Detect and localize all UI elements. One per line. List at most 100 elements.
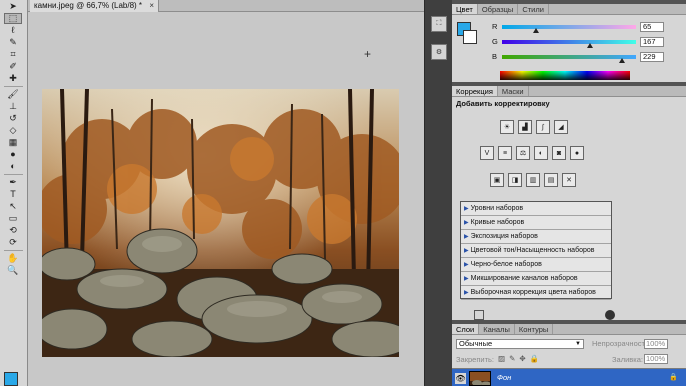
background-color-swatch[interactable] — [463, 30, 477, 44]
layer-row[interactable]: 👁 Фон 🔒 — [452, 368, 686, 386]
color-balance-icon[interactable]: ⚖ — [516, 146, 530, 160]
posterize-icon[interactable]: ◨ — [508, 173, 522, 187]
expand-triangle-icon[interactable]: ▶ — [464, 276, 469, 282]
shape-tool-icon[interactable]: ▭ — [4, 213, 22, 224]
canvas-image[interactable] — [42, 89, 399, 357]
return-to-list-icon[interactable] — [474, 310, 484, 320]
tool-separator — [4, 174, 23, 175]
lasso-tool-icon[interactable]: ℓ — [4, 25, 22, 36]
close-icon[interactable]: × — [149, 0, 154, 12]
channel-value-field[interactable]: 229 — [640, 52, 664, 62]
move-tool-icon[interactable]: ➤ — [4, 1, 22, 12]
lock-position-icon[interactable]: ✥ — [519, 354, 525, 363]
clone-stamp-tool-icon[interactable]: ⊥ — [4, 101, 22, 112]
lock-pixels-icon[interactable]: ✎ — [509, 354, 515, 363]
dodge-tool-icon[interactable]: ◐ — [4, 161, 22, 172]
navigator-dock-button[interactable]: ⛶ — [431, 16, 447, 32]
exposure-icon[interactable]: ◢ — [554, 120, 568, 134]
expand-triangle-icon[interactable]: ▶ — [464, 262, 469, 268]
black-white-icon[interactable]: ◐ — [534, 146, 548, 160]
tab-masks[interactable]: Маски — [498, 86, 529, 96]
gradient-map-icon[interactable]: ▤ — [544, 173, 558, 187]
brush-tool-icon[interactable]: 🖌 — [4, 89, 22, 100]
crop-tool-icon[interactable]: ⌗ — [4, 49, 22, 60]
3d-rotate-tool-icon[interactable]: ⟲ — [4, 225, 22, 236]
lock-all-icon[interactable]: 🔒 — [530, 354, 539, 363]
preset-item[interactable]: ▶ Черно-белое наборов — [461, 258, 611, 272]
channel-value-field[interactable]: 167 — [640, 37, 664, 47]
expand-triangle-icon[interactable]: ▶ — [464, 234, 469, 240]
tab-paths[interactable]: Контуры — [515, 324, 554, 334]
curves-icon[interactable]: ∫ — [536, 120, 550, 134]
preset-item[interactable]: ▶ Микширование каналов наборов — [461, 272, 611, 286]
marquee-tool-icon[interactable]: ⬚ — [4, 13, 22, 24]
invert-icon[interactable]: ▣ — [490, 173, 504, 187]
tab-layers[interactable]: Слои — [452, 324, 480, 334]
layers-panel: Слои Каналы Контуры Обычные ▼ Непрозрачн… — [452, 324, 686, 386]
tab-swatches[interactable]: Образцы — [478, 4, 519, 14]
3d-orbit-tool-icon[interactable]: ⟳ — [4, 237, 22, 248]
hand-tool-icon[interactable]: ✋ — [4, 253, 22, 264]
right-panels: Цвет Образцы Стили R 65 G 167 B 229 Коррекция… — [452, 0, 686, 386]
channel-mixer-icon[interactable]: ● — [570, 146, 584, 160]
expand-triangle-icon[interactable]: ▶ — [464, 290, 469, 296]
opacity-field[interactable]: 100% — [644, 339, 668, 349]
visibility-eye-icon[interactable]: 👁 — [455, 373, 466, 384]
selective-color-icon[interactable]: ✕ — [562, 173, 576, 187]
tools-panel: ➤ ⬚ ℓ ✎ ⌗ ✐ ✚ 🖌 ⊥ ↺ ◇ ▦ ● ◐ ✒ T ↖ ▭ ⟲ ⟳ ✋ 🔍 — [0, 0, 28, 386]
zoom-tool-icon[interactable]: 🔍 — [4, 265, 22, 276]
channel-slider-knob[interactable] — [619, 58, 625, 63]
eraser-tool-icon[interactable]: ◇ — [4, 125, 22, 136]
photo-filter-icon[interactable]: ◙ — [552, 146, 566, 160]
blur-tool-icon[interactable]: ● — [4, 149, 22, 160]
threshold-icon[interactable]: ▥ — [526, 173, 540, 187]
tab-channels[interactable]: Каналы — [479, 324, 515, 334]
lock-transparency-icon[interactable]: ▨ — [498, 354, 505, 363]
preset-label: Цветовой тон/Насыщенность наборов — [470, 247, 595, 254]
expand-triangle-icon[interactable]: ▶ — [464, 248, 469, 254]
foreground-color-swatch-tool[interactable] — [4, 372, 18, 386]
brightness-icon[interactable]: ☀ — [500, 120, 514, 134]
pen-tool-icon[interactable]: ✒ — [4, 177, 22, 188]
channel-value-field[interactable]: 65 — [640, 22, 664, 32]
levels-icon[interactable]: ▟ — [518, 120, 532, 134]
preset-label: Черно-белое наборов — [470, 261, 542, 268]
preset-label: Кривые наборов — [470, 219, 525, 226]
expand-triangle-icon[interactable]: ▶ — [464, 220, 469, 226]
channel-slider-track[interactable] — [502, 40, 636, 44]
path-select-tool-icon[interactable]: ↖ — [4, 201, 22, 212]
preset-item[interactable]: ▶ Цветовой тон/Насыщенность наборов — [461, 244, 611, 258]
type-tool-icon[interactable]: T — [4, 189, 22, 200]
blend-mode-select[interactable]: Обычные ▼ — [456, 339, 584, 349]
channel-slider-knob[interactable] — [587, 43, 593, 48]
fill-field[interactable]: 100% — [644, 354, 668, 364]
document-tab-bar: камни.jpeg @ 66,7% (Lab/8) * × — [28, 0, 424, 12]
hue-saturation-icon[interactable]: ≡ — [498, 146, 512, 160]
preset-item[interactable]: ▶ Экспозиция наборов — [461, 230, 611, 244]
channel-slider-knob[interactable] — [533, 28, 539, 33]
tab-styles[interactable]: Стили — [518, 4, 549, 14]
preset-label: Экспозиция наборов — [470, 233, 538, 240]
preset-item[interactable]: ▶ Уровни наборов — [461, 202, 611, 216]
eyedropper-tool-icon[interactable]: ✐ — [4, 61, 22, 72]
quick-select-tool-icon[interactable]: ✎ — [4, 37, 22, 48]
history-brush-tool-icon[interactable]: ↺ — [4, 113, 22, 124]
adjustment-icon-row: V ≡ ⚖ ◐ ◙ ● — [480, 146, 584, 160]
vibrance-icon[interactable]: V — [480, 146, 494, 160]
gradient-tool-icon[interactable]: ▦ — [4, 137, 22, 148]
document-tab[interactable]: камни.jpeg @ 66,7% (Lab/8) * × — [30, 0, 160, 12]
clip-to-layer-icon[interactable] — [605, 310, 615, 320]
channel-slider-track[interactable] — [502, 25, 636, 29]
layer-lock-icon: 🔒 — [669, 374, 678, 381]
tab-color[interactable]: Цвет — [452, 4, 478, 14]
preset-item[interactable]: ▶ Кривые наборов — [461, 216, 611, 230]
expand-triangle-icon[interactable]: ▶ — [464, 206, 469, 212]
healing-brush-tool-icon[interactable]: ✚ — [4, 73, 22, 84]
tab-adjustments[interactable]: Коррекция — [452, 86, 498, 96]
preset-item[interactable]: ▶ Выборочная коррекция цвета наборов — [461, 286, 611, 300]
actions-dock-button[interactable]: ⚙ — [431, 44, 447, 60]
channel-label: R — [492, 22, 498, 31]
channel-slider-track[interactable] — [502, 55, 636, 59]
color-spectrum-ramp[interactable] — [500, 71, 630, 80]
channel-label: B — [492, 52, 498, 61]
